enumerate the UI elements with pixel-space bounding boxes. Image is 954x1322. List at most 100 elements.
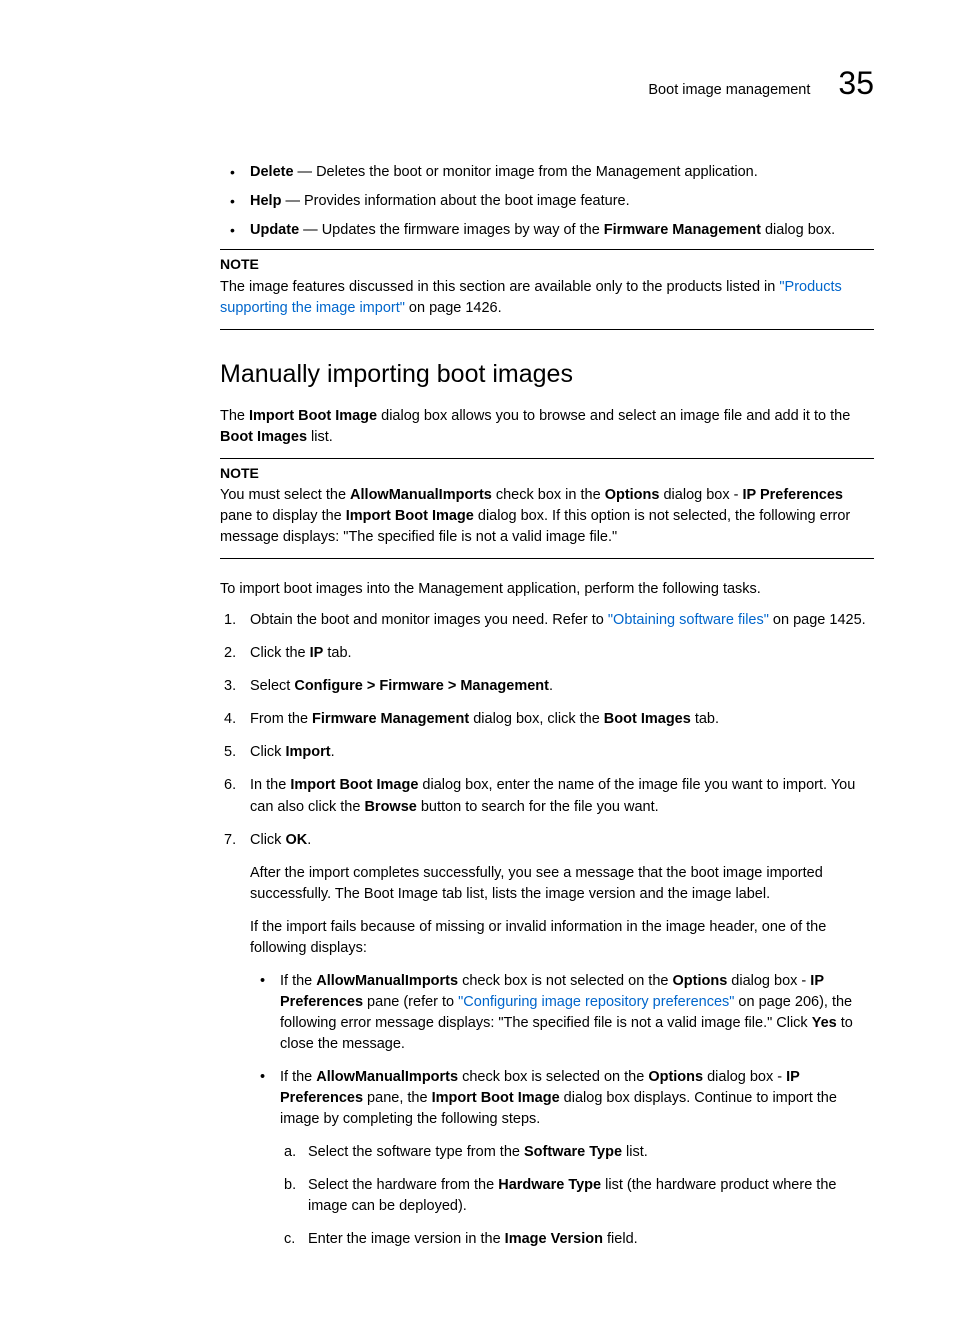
chapter-number: 35 — [838, 60, 874, 106]
b: Options — [605, 487, 660, 503]
text: pane to display the — [220, 508, 346, 524]
bullet-help: Help — Provides information about the bo… — [220, 191, 874, 212]
text: pane (refer to — [363, 994, 458, 1010]
content-area: Delete — Deletes the boot or monitor ima… — [80, 162, 874, 1249]
step-2: Click the IP tab. — [220, 643, 874, 664]
b: Boot Images — [220, 429, 307, 445]
letter-a: Select the software type from the Softwa… — [280, 1142, 874, 1163]
text: list. — [307, 429, 333, 445]
b: Options — [672, 973, 727, 989]
text: Obtain the boot and monitor images you n… — [250, 612, 608, 628]
b: Yes — [812, 1015, 837, 1031]
text: . — [331, 744, 335, 760]
text: — Deletes the boot or monitor image from… — [294, 164, 758, 180]
text: on page 1426. — [405, 300, 502, 316]
link-obtaining-files[interactable]: "Obtaining software files" — [608, 612, 769, 628]
running-head: Boot image management — [648, 80, 810, 101]
note-2: NOTE You must select the AllowManualImpo… — [220, 458, 874, 559]
text: Select — [250, 678, 294, 694]
text: From the — [250, 711, 312, 727]
b: Import Boot Image — [290, 777, 418, 793]
link-config-prefs[interactable]: "Configuring image repository preference… — [458, 994, 734, 1010]
text: button to search for the file you want. — [417, 799, 659, 815]
text: check box is not selected on the — [458, 973, 672, 989]
sub-bullets: If the AllowManualImports check box is n… — [250, 971, 874, 1250]
section-heading: Manually importing boot images — [220, 356, 874, 392]
text: on page 1425. — [769, 612, 866, 628]
text: — Updates the firmware images by way of … — [299, 222, 604, 238]
b: IP Preferences — [743, 487, 844, 503]
b: Configure > Firmware > Management — [294, 678, 549, 694]
b: Options — [648, 1069, 703, 1085]
sub-1: If the AllowManualImports check box is n… — [250, 971, 874, 1055]
steps-list: Obtain the boot and monitor images you n… — [220, 610, 874, 1249]
b: Import — [285, 744, 330, 760]
bullet-update: Update — Updates the firmware images by … — [220, 220, 874, 241]
b: AllowManualImports — [316, 973, 458, 989]
step-6: In the Import Boot Image dialog box, ent… — [220, 775, 874, 817]
step-1: Obtain the boot and monitor images you n… — [220, 610, 874, 631]
feature-bullets: Delete — Deletes the boot or monitor ima… — [220, 162, 874, 241]
text: dialog box - — [727, 973, 810, 989]
page-header: Boot image management 35 — [80, 60, 874, 106]
text: The image features discussed in this sec… — [220, 279, 779, 295]
text: dialog box - — [659, 487, 742, 503]
b: Software Type — [524, 1144, 622, 1160]
intro-para: The Import Boot Image dialog box allows … — [220, 406, 874, 448]
text: Click — [250, 744, 285, 760]
b: Import Boot Image — [432, 1090, 560, 1106]
p1: After the import completes successfully,… — [250, 863, 874, 905]
text: tab. — [323, 645, 351, 661]
bullet-delete: Delete — Deletes the boot or monitor ima… — [220, 162, 874, 183]
text: If the — [280, 973, 316, 989]
letter-steps: Select the software type from the Softwa… — [280, 1142, 874, 1250]
text: pane, the — [363, 1090, 432, 1106]
step-7-body: After the import completes successfully,… — [250, 863, 874, 1250]
text: tab. — [691, 711, 719, 727]
text: dialog box allows you to browse and sele… — [377, 408, 850, 424]
text: field. — [603, 1231, 638, 1247]
step-4: From the Firmware Management dialog box,… — [220, 709, 874, 730]
note-body: The image features discussed in this sec… — [220, 277, 874, 319]
text: . — [307, 832, 311, 848]
text: In the — [250, 777, 290, 793]
p2: If the import fails because of missing o… — [250, 917, 874, 959]
label: Update — [250, 222, 299, 238]
step-7: Click OK. After the import completes suc… — [220, 830, 874, 1250]
step-3: Select Configure > Firmware > Management… — [220, 676, 874, 697]
label: Delete — [250, 164, 294, 180]
b: Image Version — [505, 1231, 603, 1247]
letter-c: Enter the image version in the Image Ver… — [280, 1229, 874, 1250]
text: Enter the image version in the — [308, 1231, 505, 1247]
text: Click — [250, 832, 285, 848]
note-label: NOTE — [220, 254, 874, 274]
b: Hardware Type — [498, 1177, 601, 1193]
text: dialog box. — [761, 222, 835, 238]
note-1: NOTE The image features discussed in thi… — [220, 249, 874, 329]
text: If the — [280, 1069, 316, 1085]
sub-2: If the AllowManualImports check box is s… — [250, 1067, 874, 1250]
b: Browse — [364, 799, 416, 815]
page: Boot image management 35 Delete — Delete… — [0, 0, 954, 1322]
b: AllowManualImports — [350, 487, 492, 503]
text: — Provides information about the boot im… — [281, 193, 629, 209]
text: dialog box, click the — [469, 711, 604, 727]
b: Firmware Management — [312, 711, 469, 727]
step-5: Click Import. — [220, 742, 874, 763]
text: Select the hardware from the — [308, 1177, 498, 1193]
b: Import Boot Image — [346, 508, 474, 524]
text: . — [549, 678, 553, 694]
text: Click the — [250, 645, 310, 661]
b: OK — [285, 832, 307, 848]
text: list. — [622, 1144, 648, 1160]
lead-in: To import boot images into the Managemen… — [220, 579, 874, 600]
b: AllowManualImports — [316, 1069, 458, 1085]
fm: Firmware Management — [604, 222, 761, 238]
label: Help — [250, 193, 281, 209]
text: The — [220, 408, 249, 424]
text: Select the software type from the — [308, 1144, 524, 1160]
letter-b: Select the hardware from the Hardware Ty… — [280, 1175, 874, 1217]
note-body: You must select the AllowManualImports c… — [220, 485, 874, 548]
b: IP — [310, 645, 324, 661]
text: check box in the — [492, 487, 605, 503]
